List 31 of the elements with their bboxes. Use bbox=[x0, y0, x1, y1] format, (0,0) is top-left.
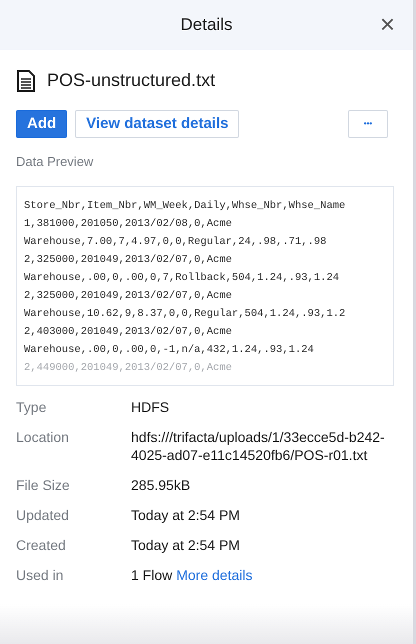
preview-line: 1,381000,201050,2013/02/08,0,Acme bbox=[24, 216, 232, 232]
more-button[interactable]: ••• bbox=[348, 110, 388, 138]
property-label: Created bbox=[16, 536, 67, 554]
property-label: Updated bbox=[16, 506, 70, 524]
property-value: 285.95kB bbox=[131, 476, 190, 494]
preview-line: 2,403000,201049,2013/02/07,0,Acme bbox=[24, 324, 232, 340]
property-label: Location bbox=[16, 428, 70, 446]
preview-line: Store_Nbr,Item_Nbr,WM_Week,Daily,Whse_Nbr,Whse_Name bbox=[24, 198, 346, 214]
preview-line: Warehouse,10.62,9,8.37,0,0,Regular,504,1.24,.93,1.2 bbox=[24, 306, 346, 322]
close-button[interactable]: × bbox=[380, 11, 395, 37]
property-label: Type bbox=[16, 398, 48, 416]
property-value: HDFS bbox=[131, 398, 170, 416]
view-details-button[interactable]: View dataset details bbox=[75, 110, 240, 138]
preview-line: 2,325000,201049,2013/02/07,0,Acme bbox=[24, 252, 232, 268]
add-button[interactable]: Add bbox=[16, 110, 68, 138]
preview-line: Warehouse,.00,0,.00,0,-1,n/a,432,1.24,.93,1.24 bbox=[24, 342, 314, 358]
property-value: Today at 2:54 PM bbox=[131, 536, 240, 554]
preview-line: Warehouse,.00,0,.00,0,7,Rollback,504,1.24,.93,1.24 bbox=[24, 270, 340, 286]
property-value: Today at 2:54 PM bbox=[131, 506, 240, 524]
section-label: Data Preview bbox=[16, 153, 94, 171]
panel-title: Details bbox=[180, 14, 232, 36]
document-icon bbox=[17, 70, 35, 92]
file-name: POS-unstructured.txt bbox=[47, 69, 216, 92]
property-label: Used in bbox=[16, 566, 64, 584]
property-value: hdfs:///trifacta/uploads/1/33ecce5d-b242-4025-ad07-e11c14520fb6/POS-r01.txt bbox=[131, 428, 386, 464]
preview-line: 2,449000,201049,2013/02/07,0,Acme bbox=[24, 360, 232, 376]
preview-line: Warehouse,7.00,7,4.97,0,0,Regular,24,.98,.71,.98 bbox=[24, 234, 326, 250]
preview-line: 2,325000,201049,2013/02/07,0,Acme bbox=[24, 288, 232, 304]
property-value: 1 Flow bbox=[131, 566, 172, 584]
details-link[interactable]: More details bbox=[176, 566, 252, 584]
property-label: File Size bbox=[16, 476, 71, 494]
